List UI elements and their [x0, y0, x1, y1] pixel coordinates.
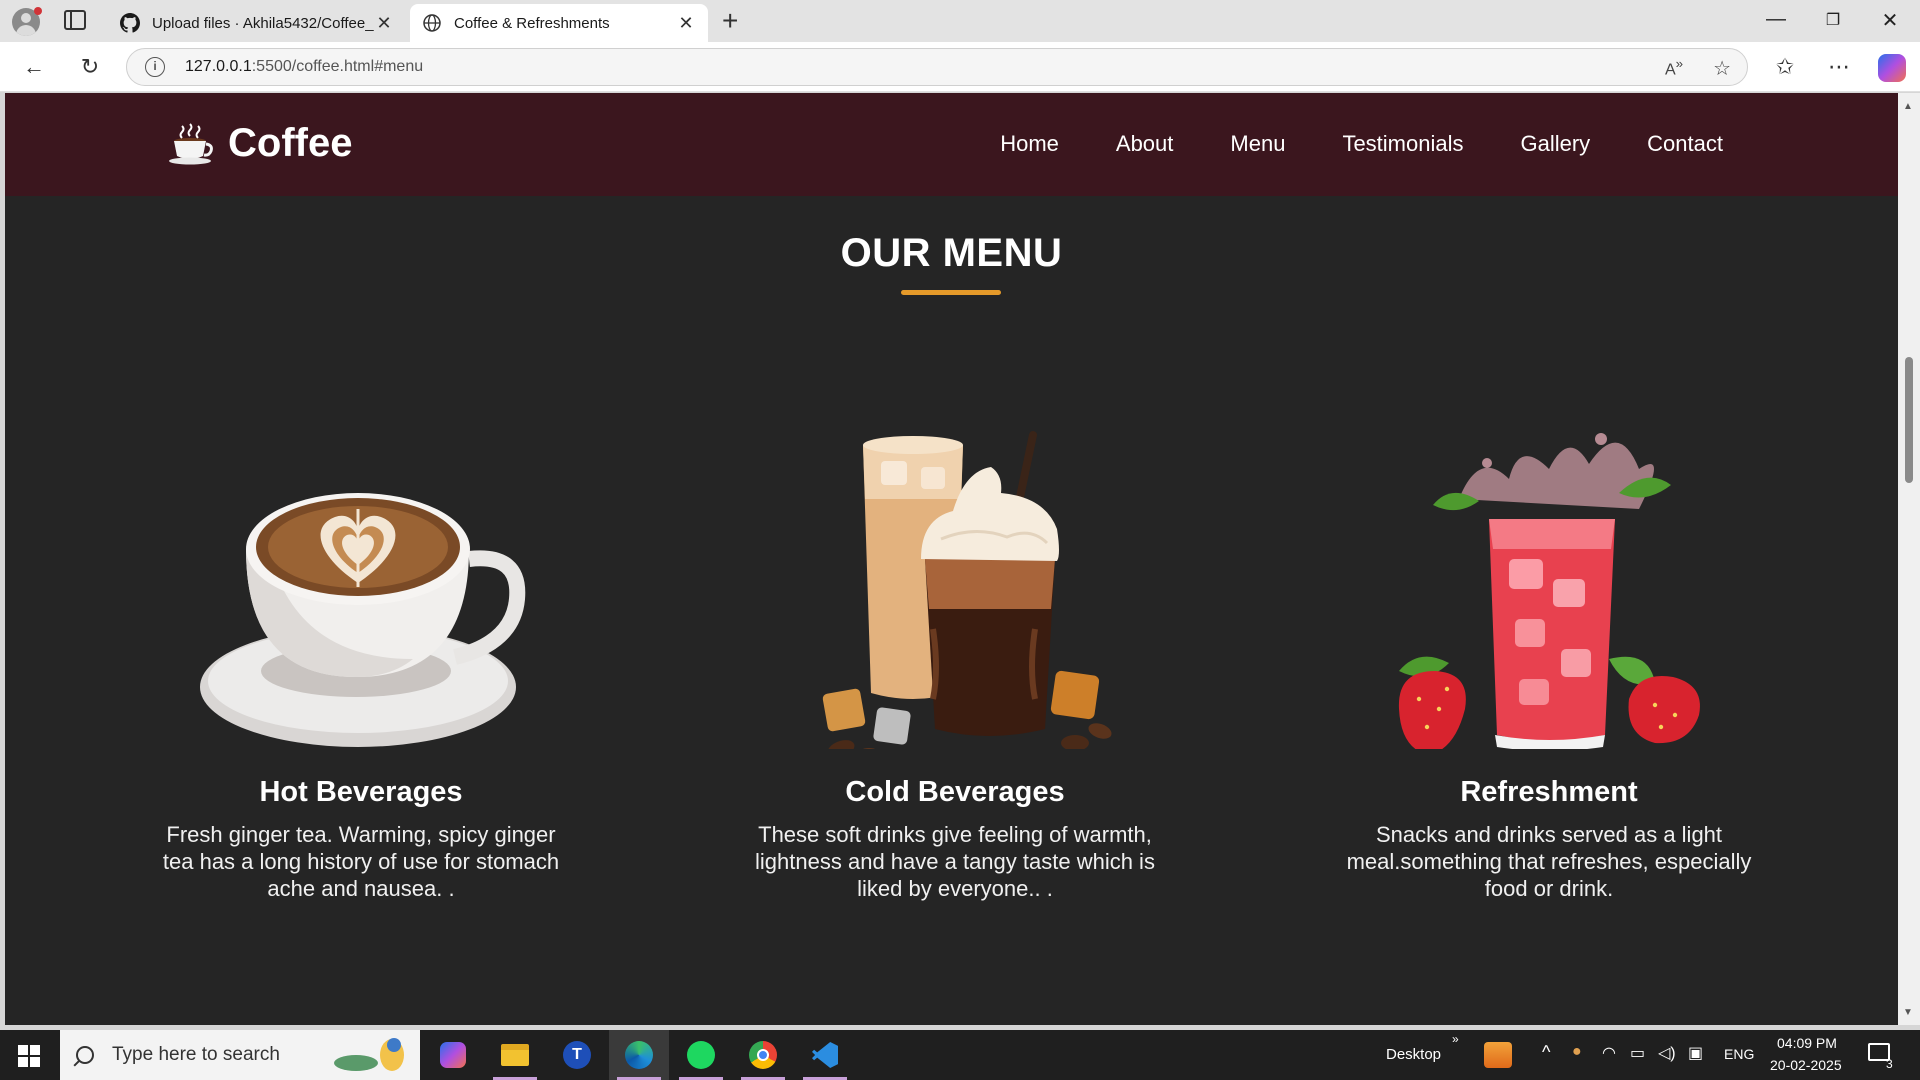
section-title: OUR MENU	[840, 231, 1063, 275]
clock-date[interactable]: 20-02-2025	[1770, 1057, 1842, 1073]
card-title: Refreshment	[1460, 776, 1638, 808]
nav-home[interactable]: Home	[1000, 131, 1059, 157]
address-bar[interactable]: i 127.0.0.1 :5500/coffee.html#menu A» ☆	[126, 48, 1748, 86]
globe-icon	[423, 14, 441, 32]
favorites-icon[interactable]: ✩	[1771, 53, 1799, 81]
restore-icon[interactable]: ❐	[1813, 10, 1853, 30]
nav-testimonials[interactable]: Testimonials	[1342, 131, 1463, 157]
taskbar-blue-app-icon[interactable]: T	[547, 1030, 607, 1080]
browser-tabbar: Upload files · Akhila5432/Coffee_ ✕ Coff…	[0, 0, 1920, 42]
scrollbar-thumb[interactable]	[1905, 357, 1913, 483]
more-options-icon[interactable]: ⋯	[1825, 53, 1853, 81]
tab-title: Coffee & Refreshments	[454, 14, 610, 32]
taskbar-vscode-icon[interactable]	[795, 1030, 855, 1080]
tab-coffee-refreshments[interactable]: Coffee & Refreshments ✕	[410, 4, 708, 42]
nav-about[interactable]: About	[1116, 131, 1174, 157]
latte-cup-image	[200, 493, 526, 747]
card-title: Hot Beverages	[259, 776, 463, 808]
site-header: Coffee Home About Menu Testimonials Gall…	[5, 93, 1898, 196]
close-tab-icon[interactable]: ✕	[676, 13, 696, 34]
menu-card-refreshment: Refreshment Snacks and drinks served as …	[1339, 409, 1759, 902]
iced-coffee-image	[822, 431, 1112, 762]
scroll-down-icon[interactable]: ▼	[1903, 1007, 1913, 1018]
tab-title: Upload files · Akhila5432/Coffee_	[152, 14, 374, 32]
notification-count: 3	[1886, 1057, 1893, 1071]
favorite-star-icon[interactable]: ☆	[1713, 56, 1731, 81]
show-hidden-icons-icon[interactable]: ^	[1542, 1042, 1550, 1063]
scroll-up-icon[interactable]: ▲	[1903, 101, 1913, 112]
strawberry-drink-image	[1398, 433, 1700, 755]
taskbar-chrome-icon[interactable]	[733, 1030, 793, 1080]
nav-menu[interactable]: Menu	[1230, 131, 1285, 157]
close-tab-icon[interactable]: ✕	[374, 13, 394, 34]
page-scrollbar[interactable]: ▲ ▼	[1898, 93, 1920, 1025]
coffee-cup-icon	[169, 122, 213, 164]
taskbar-spotify-icon[interactable]	[671, 1030, 731, 1080]
main-nav: Home About Menu Testimonials Gallery Con…	[1000, 131, 1723, 157]
title-underline	[901, 290, 1001, 295]
menu-card-hot-beverages: Hot Beverages Fresh ginger tea. Warming,…	[151, 409, 571, 902]
site-info-icon[interactable]: i	[145, 57, 165, 77]
taskbar-edge-icon[interactable]	[609, 1030, 669, 1080]
url-path: :5500/coffee.html#menu	[251, 58, 424, 75]
language-indicator[interactable]: ENG	[1724, 1046, 1754, 1062]
menu-card-cold-beverages: Cold Beverages These soft drinks give fe…	[745, 409, 1165, 902]
volume-icon[interactable]: ◁)	[1658, 1043, 1676, 1063]
clock-time[interactable]: 04:09 PM	[1777, 1035, 1837, 1051]
search-highlight-birds-icon	[334, 1038, 404, 1071]
card-description: These soft drinks give feeling of warmth…	[755, 822, 1155, 901]
github-icon	[120, 13, 140, 33]
close-window-icon[interactable]: ✕	[1870, 8, 1910, 33]
windows-start-icon[interactable]	[18, 1045, 40, 1067]
card-description: Fresh ginger tea. Warming, spicy ginger …	[162, 822, 560, 901]
tab-github-upload[interactable]: Upload files · Akhila5432/Coffee_ ✕	[108, 4, 406, 42]
refresh-icon[interactable]: ↻	[76, 53, 104, 81]
search-icon	[76, 1046, 94, 1064]
back-icon[interactable]: ←	[20, 53, 48, 81]
read-aloud-icon[interactable]: A»	[1665, 56, 1683, 81]
url-host: 127.0.0.1	[185, 58, 252, 75]
wifi-icon[interactable]: ◠	[1602, 1043, 1616, 1063]
toolbar-expand-icon[interactable]: »	[1452, 1032, 1459, 1046]
browser-toolbar: ← ↻ i 127.0.0.1 :5500/coffee.html#menu A…	[0, 42, 1920, 92]
desktop-toolbar-label[interactable]: Desktop	[1386, 1046, 1441, 1063]
taskbar-stack-app-icon[interactable]	[1484, 1042, 1512, 1068]
display-icon[interactable]: ▣	[1688, 1043, 1703, 1063]
card-title: Cold Beverages	[845, 776, 1065, 808]
taskbar-file-explorer-icon[interactable]	[485, 1030, 545, 1080]
taskbar-copilot-icon[interactable]	[423, 1030, 483, 1080]
weather-icon[interactable]: ●	[1572, 1043, 1582, 1061]
tab-actions-icon[interactable]	[64, 10, 86, 30]
page-viewport: Coffee Home About Menu Testimonials Gall…	[5, 93, 1898, 1025]
new-tab-icon[interactable]: +	[722, 6, 738, 36]
copilot-icon[interactable]	[1878, 54, 1906, 82]
nav-contact[interactable]: Contact	[1647, 131, 1723, 157]
battery-icon[interactable]: ▭	[1630, 1043, 1645, 1063]
taskbar-search-box[interactable]: Type here to search	[60, 1030, 420, 1080]
profile-notification-dot	[34, 7, 42, 15]
minimize-icon[interactable]: —	[1756, 8, 1796, 31]
card-description: Snacks and drinks served as a light meal…	[1346, 822, 1752, 901]
search-placeholder: Type here to search	[112, 1044, 280, 1065]
logo-text: Coffee	[228, 121, 353, 165]
site-logo[interactable]: Coffee	[168, 121, 352, 166]
windows-taskbar: Type here to search T Desktop » ^ ● ◠ ▭ …	[0, 1030, 1920, 1080]
nav-gallery[interactable]: Gallery	[1520, 131, 1590, 157]
